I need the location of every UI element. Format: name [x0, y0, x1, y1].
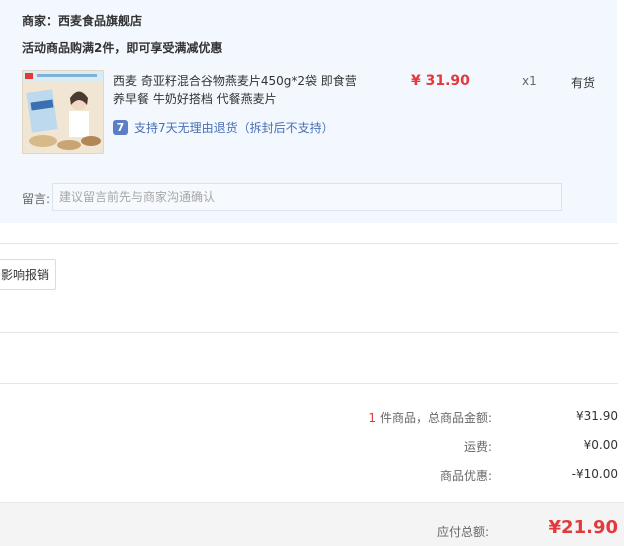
discount-value: -¥10.00 [571, 467, 618, 481]
payable-total-bar: 应付总额: ¥21.90 [0, 502, 624, 546]
section-divider [0, 383, 618, 384]
product-price: ¥ 31.90 [411, 73, 470, 89]
payable-total-label: 应付总额: [436, 525, 489, 539]
goods-total-label: 1 件商品，总商品金额: [368, 409, 492, 426]
goods-total-value: ¥31.90 [576, 409, 618, 423]
discount-row: 商品优惠: -¥10.00 [318, 467, 618, 483]
stock-status: 有货 [571, 76, 596, 90]
section-divider [0, 332, 618, 333]
shipping-value: ¥0.00 [583, 438, 618, 452]
shipping-row: 运费: ¥0.00 [318, 438, 618, 454]
merchant-name[interactable]: 商家：西麦食品旗舰店 [22, 12, 142, 29]
product-thumbnail[interactable] [22, 70, 104, 154]
order-panel: 商家：西麦食品旗舰店 活动商品购满2件，即可享受满减优惠 西麦 奇亚籽混合谷物燕… [0, 0, 617, 223]
product-title[interactable]: 西麦 奇亚籽混合谷物燕麦片450g*2袋 即食营养早餐 牛奶好搭档 代餐燕麦片 [113, 72, 363, 108]
product-image [23, 71, 103, 153]
seven-day-return-icon: 7 [113, 119, 128, 135]
goods-total-row: 1 件商品，总商品金额: ¥31.90 [318, 409, 618, 425]
item-count: 1 [368, 411, 376, 425]
return-policy-text: 支持7天无理由退货（拆封后不支持） [134, 120, 334, 135]
return-policy[interactable]: 7 支持7天无理由退货（拆封后不支持） [113, 119, 334, 135]
promo-text: 活动商品购满2件，即可享受满减优惠 [22, 41, 223, 55]
shipping-label: 运费: [463, 440, 492, 454]
invoice-option-button[interactable]: 影响报销 [0, 259, 56, 290]
remark-label: 留言: [22, 192, 51, 206]
remark-input[interactable] [52, 183, 562, 211]
payable-total-value: ¥21.90 [548, 517, 618, 538]
goods-total-text: 件商品，总商品金额: [379, 411, 492, 425]
discount-label: 商品优惠: [439, 469, 492, 483]
section-divider [0, 243, 618, 244]
product-quantity: x1 [522, 74, 537, 88]
